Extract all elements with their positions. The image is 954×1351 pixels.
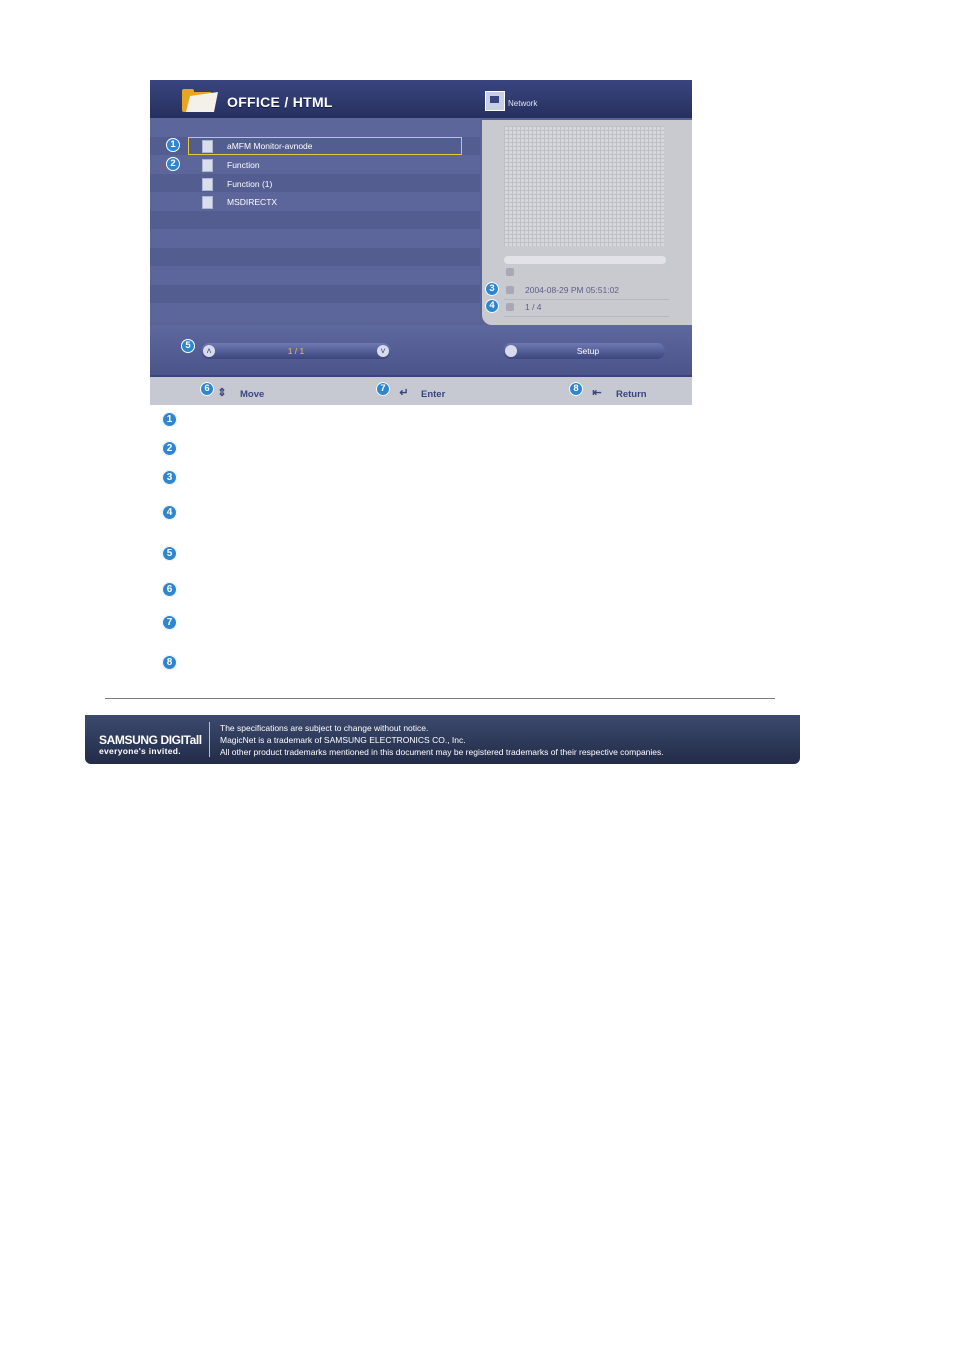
- document-icon: [202, 196, 213, 209]
- progress-bar: [504, 256, 666, 264]
- logo-tagline: everyone's invited.: [99, 746, 181, 756]
- remote-guide-bar: ⇕ Move ↵ Enter ⇤ Return: [150, 375, 692, 405]
- network-icon[interactable]: [485, 91, 505, 111]
- network-label[interactable]: Network: [508, 99, 537, 108]
- legend-badge: 7: [162, 615, 177, 630]
- enter-label: Enter: [421, 389, 446, 400]
- callout-badge: 3: [485, 282, 499, 296]
- legend-badge: 1: [162, 412, 177, 427]
- document-icon: [202, 140, 213, 153]
- magicnet-screenshot: OFFICE / HTML Network aMFM Monitor-avnod…: [150, 80, 692, 405]
- divider: [105, 698, 775, 699]
- file-item[interactable]: MSDIRECTX: [150, 193, 480, 211]
- page-down-icon[interactable]: ˅: [377, 345, 389, 357]
- legend-badge: 4: [162, 505, 177, 520]
- footer-banner: SAMSUNG DIGITall everyone's invited. The…: [85, 715, 800, 764]
- legend-badge: 3: [162, 470, 177, 485]
- callout-badge: 5: [181, 339, 195, 353]
- folder-icon: [182, 89, 218, 112]
- list-row: [150, 118, 480, 137]
- file-label: aMFM Monitor-avnode: [227, 141, 313, 151]
- footer-note: The specifications are subject to change…: [220, 723, 429, 733]
- callout-badge: 2: [166, 157, 180, 171]
- document-icon: [202, 159, 213, 172]
- document-icon: [202, 178, 213, 191]
- size-icon: [506, 268, 514, 276]
- file-label: MSDIRECTX: [227, 197, 278, 207]
- calendar-icon: [506, 286, 514, 294]
- list-row: [150, 266, 480, 285]
- list-row: [150, 303, 480, 322]
- file-item[interactable]: aMFM Monitor-avnode: [150, 137, 480, 155]
- list-row: [150, 284, 480, 303]
- file-item[interactable]: Function: [150, 156, 480, 174]
- preview-thumbnail: [504, 126, 664, 246]
- legend-badge: 8: [162, 655, 177, 670]
- legend-badge: 6: [162, 582, 177, 597]
- list-row: [150, 247, 480, 266]
- page-indicator: 1 / 1: [287, 346, 305, 356]
- footer-note: MagicNet is a trademark of SAMSUNG ELECT…: [220, 735, 466, 745]
- enter-icon: ↵: [399, 387, 409, 399]
- footer-note: All other product trademarks mentioned i…: [220, 747, 664, 757]
- callout-badge: 6: [200, 382, 214, 396]
- legend-badge: 2: [162, 441, 177, 456]
- return-icon: ⇤: [592, 387, 602, 399]
- return-label: Return: [616, 389, 647, 400]
- setup-label: Setup: [576, 346, 600, 356]
- callout-badge: 1: [166, 138, 180, 152]
- legend-badge: 5: [162, 546, 177, 561]
- page-icon: [506, 303, 514, 311]
- file-label: Function (1): [227, 179, 273, 189]
- divider: [209, 722, 210, 757]
- list-row: [150, 210, 480, 229]
- file-date: 2004-08-29 PM 05:51:02: [525, 285, 620, 295]
- samsung-logo: SAMSUNG DIGITall: [99, 733, 202, 747]
- callout-badge: 4: [485, 299, 499, 313]
- file-item[interactable]: Function (1): [150, 175, 480, 193]
- callout-badge: 8: [569, 382, 583, 396]
- page-title: OFFICE / HTML: [227, 94, 333, 110]
- file-label: Function: [227, 160, 260, 170]
- move-label: Move: [240, 389, 265, 400]
- preview-panel: 2004-08-29 PM 05:51:02 1 / 4: [482, 120, 692, 325]
- header-bar: OFFICE / HTML Network: [150, 80, 692, 118]
- callout-badge: 7: [376, 382, 390, 396]
- page-navigator[interactable]: ˄ 1 / 1 ˅: [201, 343, 391, 359]
- divider: [504, 316, 669, 317]
- setup-button[interactable]: Setup: [503, 343, 665, 359]
- divider: [504, 299, 669, 300]
- list-row: [150, 229, 480, 248]
- up-down-arrow-icon: ⇕: [217, 387, 227, 399]
- page-count: 1 / 4: [525, 302, 542, 312]
